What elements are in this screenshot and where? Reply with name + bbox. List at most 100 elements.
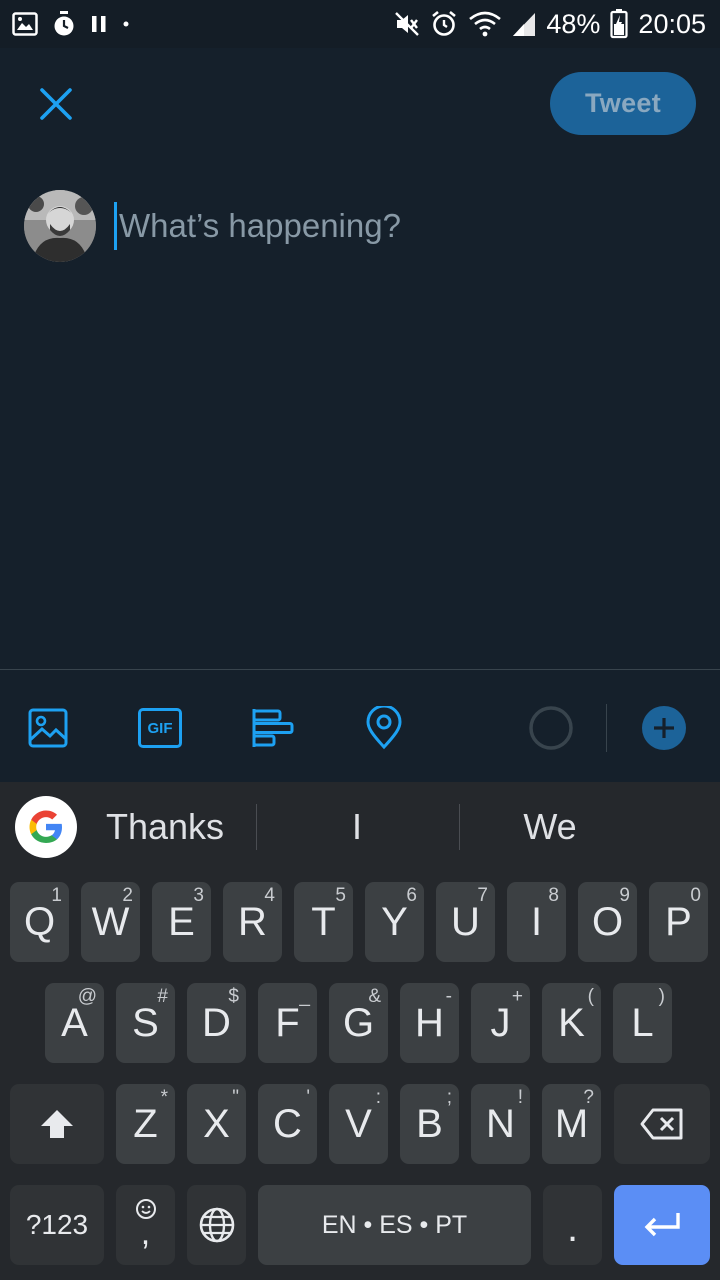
key-j[interactable]: J + [471, 983, 530, 1063]
key-hint: ! [517, 1087, 523, 1108]
add-gif-button[interactable]: GIF [136, 704, 184, 752]
key-hint: 2 [122, 885, 133, 906]
tweet-button[interactable]: Tweet [550, 72, 696, 135]
key-t[interactable]: T5 [294, 882, 353, 962]
key-hint: 0 [690, 885, 701, 906]
key-h[interactable]: H- [400, 983, 459, 1063]
alarm-icon [430, 10, 458, 38]
key-hint: ; [446, 1087, 452, 1108]
mute-icon [394, 11, 420, 37]
enter-key[interactable] [614, 1185, 710, 1265]
key-hint: " [232, 1087, 239, 1108]
key-hint: ( [587, 986, 594, 1007]
key-y[interactable]: Y6 [365, 882, 424, 962]
google-logo-icon[interactable] [15, 796, 77, 858]
key-label: Y [381, 899, 408, 944]
key-hint: 9 [619, 885, 630, 906]
key-label: E [168, 899, 195, 944]
key-v[interactable]: V: [329, 1084, 388, 1164]
key-c[interactable]: C ' [258, 1084, 317, 1164]
suggestion-3[interactable]: We [470, 798, 630, 856]
location-icon [366, 706, 402, 750]
shift-icon [41, 1110, 73, 1138]
key-n[interactable]: N! [471, 1084, 530, 1164]
period-key[interactable]: . [543, 1185, 602, 1265]
key-hint: # [157, 986, 168, 1007]
key-i[interactable]: I8 [507, 882, 566, 962]
key-e[interactable]: E3 [152, 882, 211, 962]
key-label: T [311, 899, 336, 944]
backspace-key[interactable] [614, 1084, 710, 1164]
add-image-button[interactable] [24, 704, 72, 752]
suggestion-1[interactable]: Thanks [98, 798, 232, 856]
key-hint: ) [658, 986, 665, 1007]
key-k[interactable]: K( [542, 983, 601, 1063]
language-key[interactable] [187, 1185, 246, 1265]
enter-icon [644, 1213, 680, 1237]
gif-label: GIF [147, 719, 173, 737]
gif-icon: GIF [138, 708, 182, 748]
key-label: H [415, 1000, 444, 1045]
progress-circle-icon [529, 706, 573, 750]
key-a[interactable]: A @ [45, 983, 104, 1063]
key-hint: @ [77, 986, 97, 1007]
key-label: P [665, 899, 692, 944]
close-button[interactable] [30, 80, 82, 128]
key-label: L [631, 1000, 654, 1045]
suggestion-divider [256, 804, 257, 850]
key-z[interactable]: Z * [116, 1084, 175, 1164]
status-bar: 48% 20:05 [0, 0, 720, 48]
key-label: I [530, 899, 543, 944]
clock-time: 20:05 [638, 8, 706, 39]
battery-icon [610, 9, 629, 39]
key-u[interactable]: U7 [436, 882, 495, 962]
key-o[interactable]: O9 [578, 882, 637, 962]
space-key[interactable]: EN • ES • PT [258, 1185, 531, 1265]
key-q[interactable]: Q1 [10, 882, 69, 962]
key-label: D [202, 1000, 231, 1045]
key-l[interactable]: L) [613, 983, 672, 1063]
suggestion-divider [459, 804, 460, 850]
backspace-icon [640, 1108, 683, 1140]
key-label: F [275, 1000, 300, 1045]
key-hint: 1 [51, 885, 62, 906]
key-label: S [132, 1000, 159, 1045]
key-s[interactable]: S # [116, 983, 175, 1063]
suggestion-strip: Thanks I We [0, 782, 720, 874]
add-thread-button[interactable] [640, 704, 688, 752]
comma-emoji-key[interactable]: , [116, 1185, 175, 1265]
key-b[interactable]: B; [400, 1084, 459, 1164]
key-r[interactable]: R4 [223, 882, 282, 962]
suggestion-2[interactable]: I [270, 798, 444, 856]
key-label: B [416, 1101, 443, 1146]
add-poll-button[interactable] [248, 704, 296, 752]
key-label: R [238, 899, 267, 944]
tweet-text-input[interactable] [119, 198, 694, 254]
key-x[interactable]: X " [187, 1084, 246, 1164]
user-avatar[interactable] [24, 190, 96, 262]
symbols-key[interactable]: ?123 [10, 1185, 104, 1265]
key-label: C [273, 1101, 302, 1146]
add-location-button[interactable] [360, 704, 408, 752]
key-p[interactable]: P0 [649, 882, 708, 962]
key-label: V [345, 1101, 372, 1146]
shift-key[interactable] [10, 1084, 104, 1164]
character-count-indicator [526, 703, 576, 753]
key-g[interactable]: G & [329, 983, 388, 1063]
key-w[interactable]: W2 [81, 882, 140, 962]
text-caret [114, 202, 117, 250]
key-f[interactable]: F _ [258, 983, 317, 1063]
key-d[interactable]: D $ [187, 983, 246, 1063]
soft-keyboard: Thanks I We Q 1 W 2 E 3 R 4 T 5 Y 6 U 7 I 8 O 9 P 0 A @ S # D $ F _… [0, 782, 720, 1280]
key-label: O [591, 899, 624, 944]
image-icon [28, 708, 68, 748]
compose-field[interactable] [114, 198, 694, 254]
key-hint: 6 [406, 885, 417, 906]
key-hint: 3 [193, 885, 204, 906]
key-label: U [451, 899, 480, 944]
key-m[interactable]: M? [542, 1084, 601, 1164]
poll-icon [252, 709, 294, 747]
compose-tweet-screen: 48% 20:05 Tweet What’s happening? GIF Th… [0, 0, 720, 1280]
globe-icon [199, 1207, 234, 1243]
add-icon [642, 706, 686, 750]
